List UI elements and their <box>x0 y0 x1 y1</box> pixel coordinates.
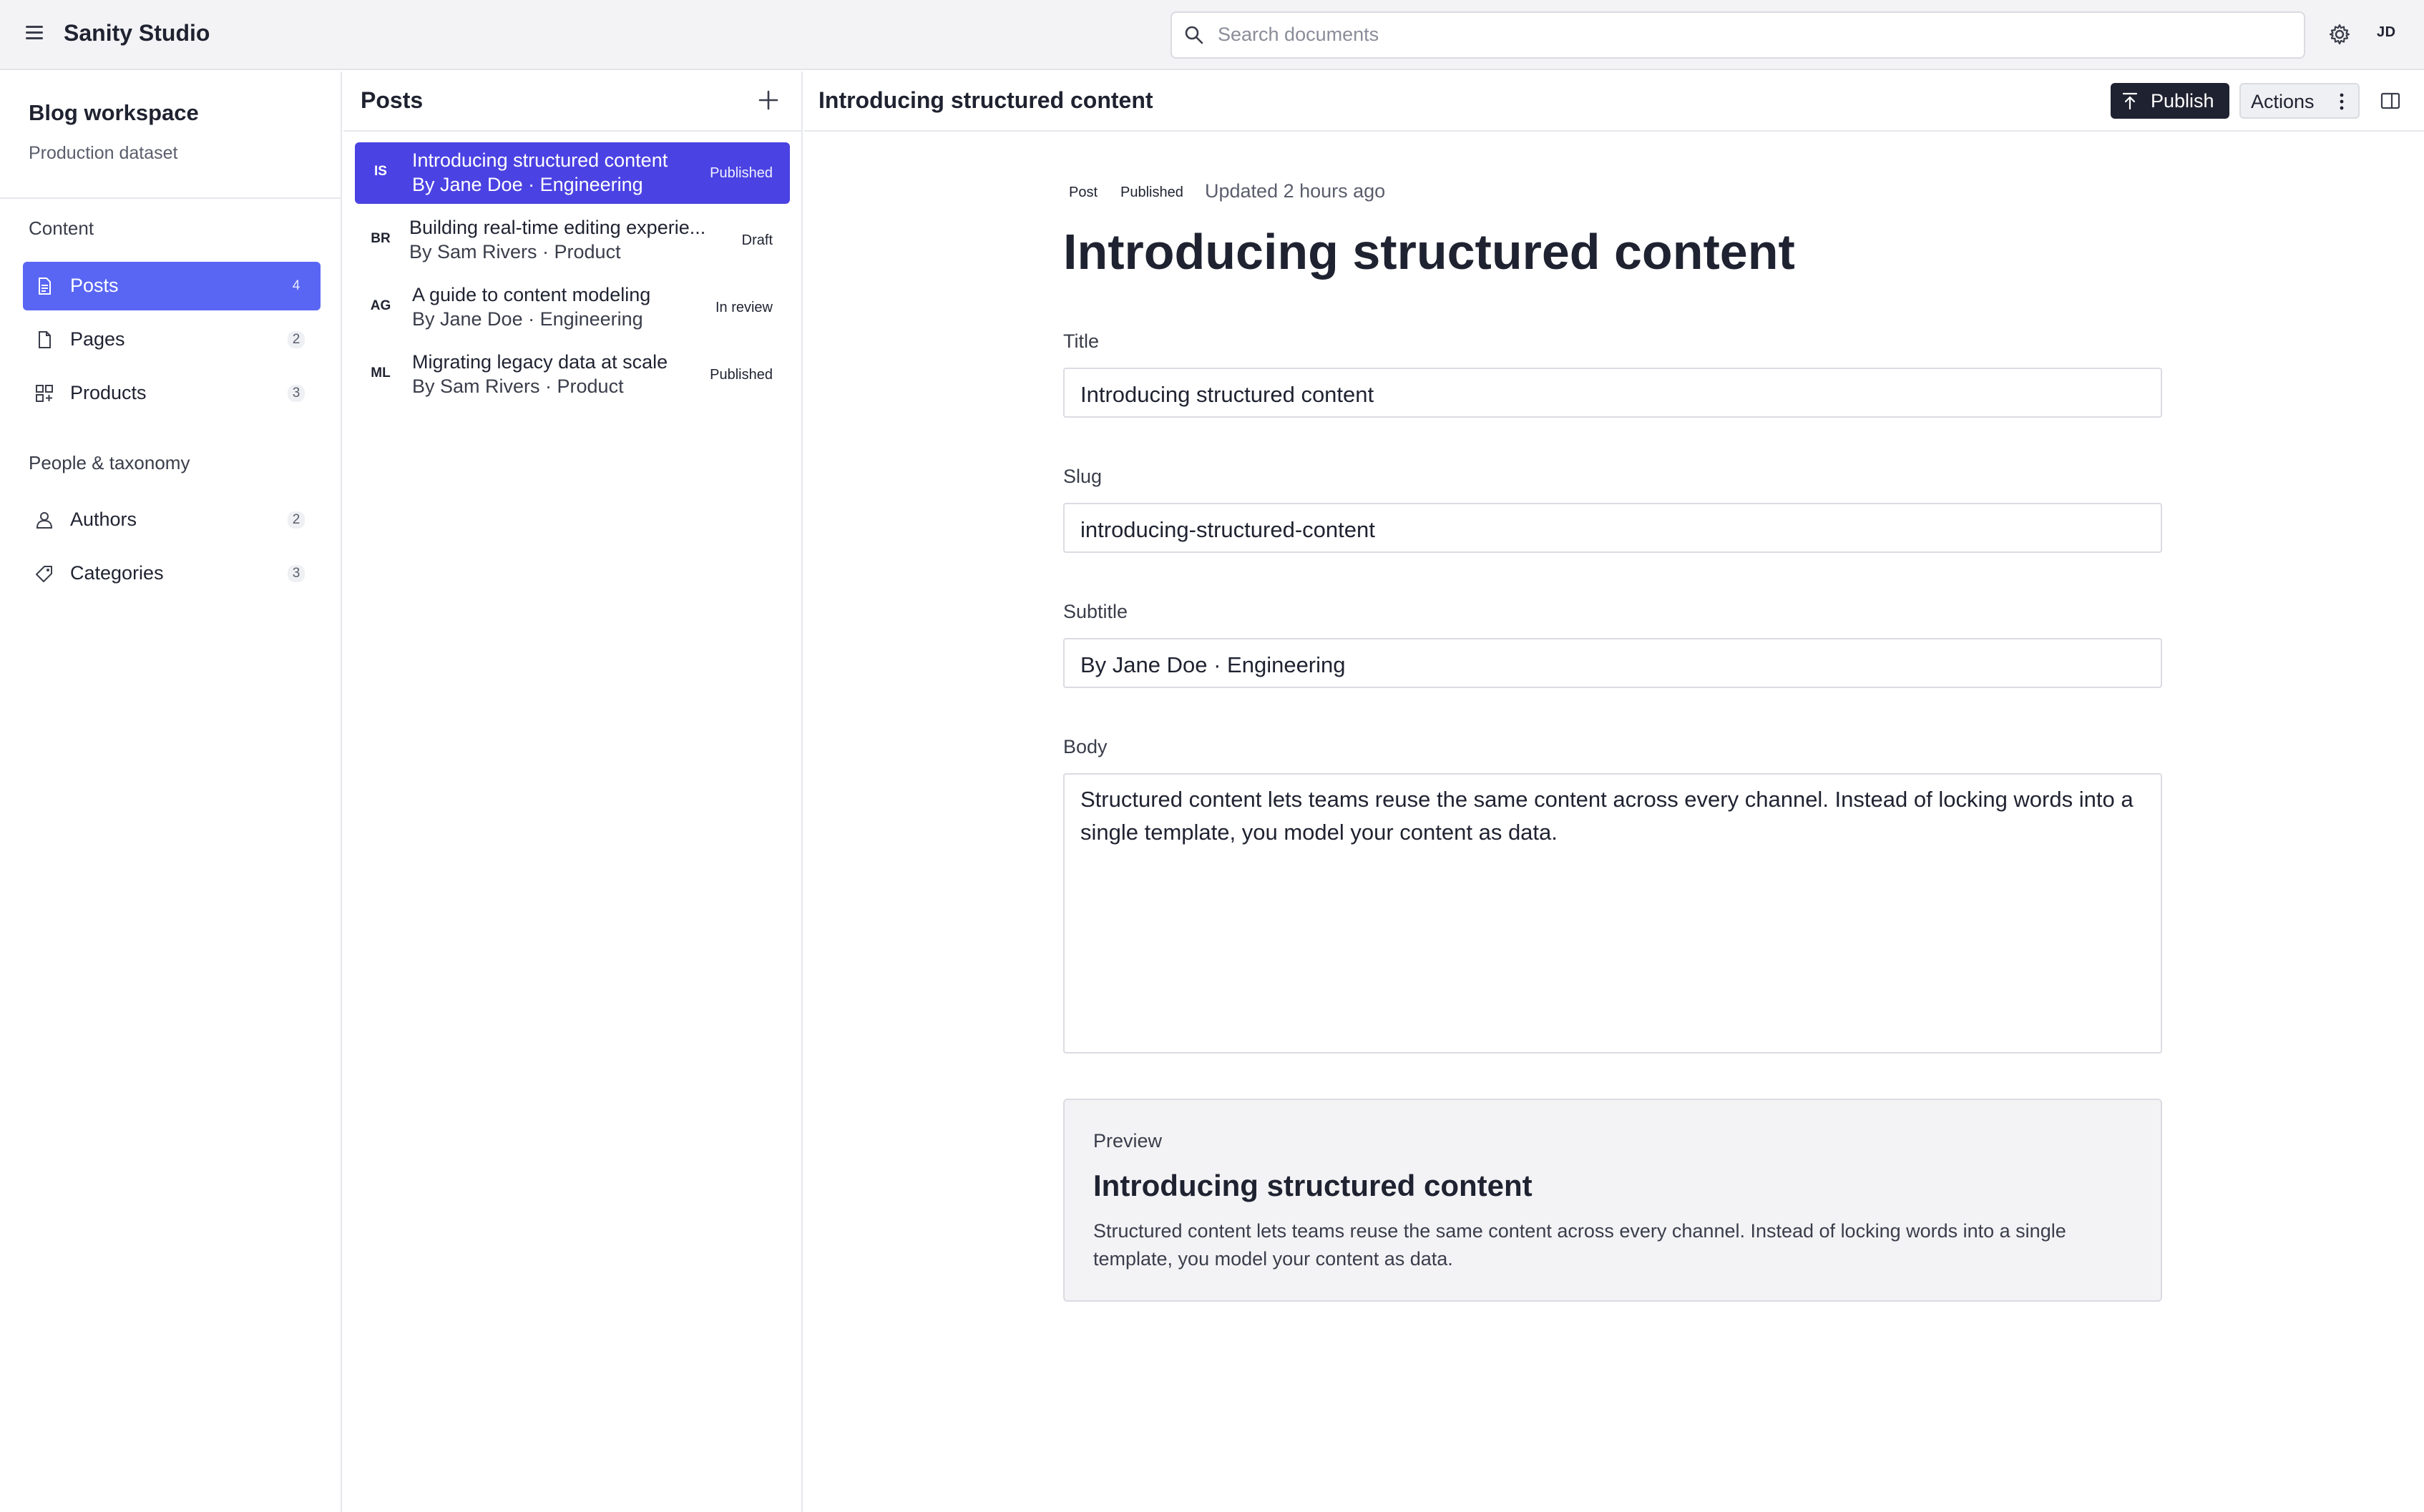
title-field-value: Introducing structured content <box>1080 382 1374 407</box>
body-field-label: Body <box>1063 736 1108 757</box>
document-heading: Introducing structured content <box>1063 224 1795 280</box>
sidebar-item-categories[interactable]: Categories 3 <box>23 549 321 598</box>
document-title: Migrating legacy data at scale <box>412 351 668 373</box>
sidebar-item-label: Pages <box>70 328 125 350</box>
publish-label: Publish <box>2151 90 2214 112</box>
document-list-pane: Posts IS Introducing structured content … <box>343 72 803 1512</box>
users-icon <box>36 512 53 529</box>
document-initials: ML <box>371 365 391 381</box>
item-count-badge: 3 <box>288 565 305 582</box>
list-item[interactable]: ML Migrating legacy data at scale By Sam… <box>355 344 790 406</box>
status-badge: In review <box>715 300 773 315</box>
updated-timestamp: Updated 2 hours ago <box>1205 180 1386 202</box>
title-field-label: Title <box>1063 330 1100 352</box>
gear-icon[interactable] <box>2328 23 2351 46</box>
list-item[interactable]: AG A guide to content modeling By Jane D… <box>355 277 790 338</box>
plus-icon[interactable] <box>756 87 781 113</box>
editor-header: Introducing structured content Publish A… <box>804 72 2424 132</box>
slug-field-value: introducing-structured-content <box>1080 517 1375 542</box>
sidebar-item-pages[interactable]: Pages 2 <box>23 315 321 364</box>
document-title: Introducing structured content <box>412 149 668 171</box>
more-vertical-icon <box>2340 93 2344 110</box>
list-item[interactable]: IS Introducing structured content By Jan… <box>355 142 790 204</box>
tag-icon <box>36 566 52 582</box>
document-initials: IS <box>374 164 387 179</box>
actions-button[interactable]: Actions <box>2239 83 2360 119</box>
user-avatar[interactable]: JD <box>2377 24 2396 41</box>
status-badge: Published <box>1120 185 1183 200</box>
sidebar-item-label: Categories <box>70 562 164 584</box>
title-field[interactable]: Introducing structured content <box>1063 368 2162 418</box>
sidebar-item-label: Posts <box>70 275 119 296</box>
preview-card: Preview Introducing structured content S… <box>1063 1099 2162 1302</box>
actions-label: Actions <box>2251 91 2315 112</box>
preview-text: Structured content lets teams reuse the … <box>1093 1220 2066 1270</box>
search-placeholder[interactable]: Search documents <box>1218 24 1379 46</box>
search-icon <box>1185 26 1203 44</box>
subtitle-field[interactable]: By Jane Doe · Engineering <box>1063 638 2162 688</box>
document-initials: AG <box>370 298 391 313</box>
document-icon <box>39 278 51 295</box>
item-count-badge: 2 <box>288 331 305 348</box>
slug-field[interactable]: introducing-structured-content <box>1063 503 2162 553</box>
top-bar: Sanity Studio Search documents JD <box>0 0 2424 70</box>
publish-icon <box>2122 92 2138 110</box>
menu-icon[interactable] <box>26 24 43 39</box>
app-title: Sanity Studio <box>64 20 210 46</box>
item-count-badge: 2 <box>288 511 305 529</box>
document-title: Building real-time editing experie... <box>409 217 706 238</box>
preview-title: Introducing structured content <box>1093 1169 1533 1202</box>
body-field[interactable]: Structured content lets teams reuse the … <box>1063 773 2162 1054</box>
preview-label: Preview <box>1093 1130 1163 1152</box>
status-badge: Published <box>710 165 773 181</box>
section-content-title: Content <box>29 217 94 239</box>
grid-icon <box>36 385 53 402</box>
status-badge: Published <box>710 367 773 383</box>
sidebar-item-label: Products <box>70 382 147 403</box>
slug-field-label: Slug <box>1063 466 1103 487</box>
subtitle-field-value: By Jane Doe · Engineering <box>1080 652 1346 677</box>
sidebar-item-label: Authors <box>70 509 137 530</box>
document-subtitle: By Jane Doe · Engineering <box>412 308 643 330</box>
section-people-title: People & taxonomy <box>29 452 190 473</box>
list-title: Posts <box>361 87 424 113</box>
document-subtitle: By Jane Doe · Engineering <box>412 174 643 195</box>
item-count-badge: 3 <box>288 385 305 402</box>
type-badge: Post <box>1069 185 1098 200</box>
dataset-name: Production dataset <box>29 143 178 163</box>
sidebar-item-posts[interactable]: Posts 4 <box>23 262 321 310</box>
document-initials: BR <box>371 231 391 246</box>
workspace-sidebar: Blog workspace Production dataset Conten… <box>0 72 342 1512</box>
split-pane-icon[interactable] <box>2380 90 2401 112</box>
list-header: Posts <box>343 72 801 132</box>
workspace-name: Blog workspace <box>29 100 199 125</box>
sidebar-divider <box>0 197 342 199</box>
body-field-value: Structured content lets teams reuse the … <box>1080 787 2134 845</box>
sidebar-item-authors[interactable]: Authors 2 <box>23 496 321 544</box>
sidebar-item-products[interactable]: Products 3 <box>23 369 321 418</box>
page-icon <box>39 331 51 348</box>
publish-button[interactable]: Publish <box>2111 83 2229 119</box>
document-subtitle: By Sam Rivers · Product <box>412 375 624 397</box>
document-title: A guide to content modeling <box>412 284 651 305</box>
document-subtitle: By Sam Rivers · Product <box>409 241 621 262</box>
editor-title: Introducing structured content <box>818 87 1153 113</box>
status-badge: Draft <box>741 232 773 248</box>
document-editor: Introducing structured content Publish A… <box>804 72 2424 1512</box>
item-count-badge: 4 <box>292 278 300 293</box>
subtitle-field-label: Subtitle <box>1063 601 1128 622</box>
list-item[interactable]: BR Building real-time editing experie...… <box>355 210 790 271</box>
